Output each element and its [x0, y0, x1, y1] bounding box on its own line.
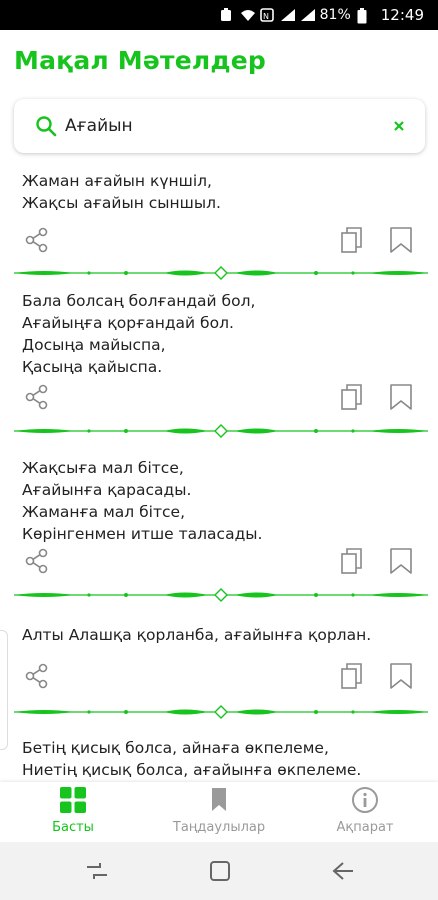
- proverb-text: Жақсыға мал бітсе, Ағайынға қарасады. Жа…: [22, 459, 263, 543]
- battery-icon: [357, 8, 371, 24]
- bottom-nav: Басты Таңдаулылар Ақпарат: [0, 782, 438, 842]
- proverb-text: Алты Алашқа қорланба, ағайынға қорлан.: [22, 626, 372, 644]
- svg-text:N: N: [263, 12, 269, 21]
- edge-panel-handle[interactable]: [0, 630, 8, 750]
- info-icon: [351, 786, 379, 814]
- close-icon[interactable]: [389, 116, 409, 136]
- list-item: Жаман ағайын күншіл, Жақсы ағайын сыншыл…: [0, 170, 438, 280]
- list-item: Алты Алашқа қорланба, ағайынға қорлан.: [0, 624, 438, 724]
- ornament-divider: [14, 704, 428, 719]
- nav-home[interactable]: Басты: [0, 782, 146, 842]
- proverb-text: Бала болсаң болғандай бол, Ағайыңға қорғ…: [22, 292, 256, 376]
- bookmark-icon[interactable]: [389, 547, 413, 575]
- wifi-icon: [240, 8, 255, 22]
- recent-apps-icon[interactable]: [84, 859, 110, 883]
- status-bar: N 81% 12:49: [0, 0, 438, 30]
- search-box[interactable]: [14, 99, 425, 153]
- nav-info[interactable]: Ақпарат: [292, 782, 438, 842]
- bookmark-icon[interactable]: [389, 226, 413, 254]
- share-icon[interactable]: [24, 226, 50, 254]
- bookmark-icon: [205, 786, 233, 814]
- grid-icon: [59, 786, 87, 814]
- clock: 12:49: [380, 6, 424, 24]
- nav-label: Таңдаулылар: [172, 820, 266, 835]
- home-icon[interactable]: [207, 859, 233, 883]
- ornament-divider: [14, 423, 428, 438]
- app-title: Мақал Мәтелдер: [14, 46, 267, 75]
- list-item: Бала болсаң болғандай бол, Ағайыңға қорғ…: [0, 290, 438, 445]
- bookmark-icon[interactable]: [389, 383, 413, 411]
- battery-percent: 81%: [319, 7, 351, 23]
- proverb-text: Жаман ағайын күншіл, Жақсы ағайын сыншыл…: [22, 172, 221, 212]
- copy-icon[interactable]: [340, 547, 364, 575]
- proverb-text: Бетің қисық болса, айнаға өкпелеме, Ниет…: [22, 739, 362, 779]
- nav-favorites[interactable]: Таңдаулылар: [146, 782, 292, 842]
- list-item: Бетің қисық болса, айнаға өкпелеме, Ниет…: [0, 737, 438, 782]
- ornament-divider: [14, 265, 428, 280]
- bookmark-icon[interactable]: [389, 662, 413, 690]
- signal-icon: [280, 8, 295, 22]
- share-icon[interactable]: [24, 383, 50, 411]
- back-icon[interactable]: [330, 859, 356, 883]
- proverb-list[interactable]: Жаман ағайын күншіл, Жақсы ағайын сыншыл…: [0, 162, 438, 782]
- nav-label: Ақпарат: [336, 820, 394, 835]
- list-item: Жақсыға мал бітсе, Ағайынға қарасады. Жа…: [0, 457, 438, 612]
- copy-icon[interactable]: [340, 383, 364, 411]
- share-icon[interactable]: [24, 662, 50, 690]
- copy-icon[interactable]: [340, 226, 364, 254]
- copy-icon[interactable]: [340, 662, 364, 690]
- search-input[interactable]: [65, 111, 375, 141]
- signal-icon-2: [300, 8, 315, 22]
- search-icon: [34, 114, 58, 138]
- nfc-icon: N: [259, 8, 274, 22]
- system-nav-bar: [0, 842, 438, 900]
- share-icon[interactable]: [24, 547, 50, 575]
- nav-label: Басты: [52, 820, 94, 835]
- notification-icon: [220, 8, 234, 22]
- ornament-divider: [14, 587, 428, 602]
